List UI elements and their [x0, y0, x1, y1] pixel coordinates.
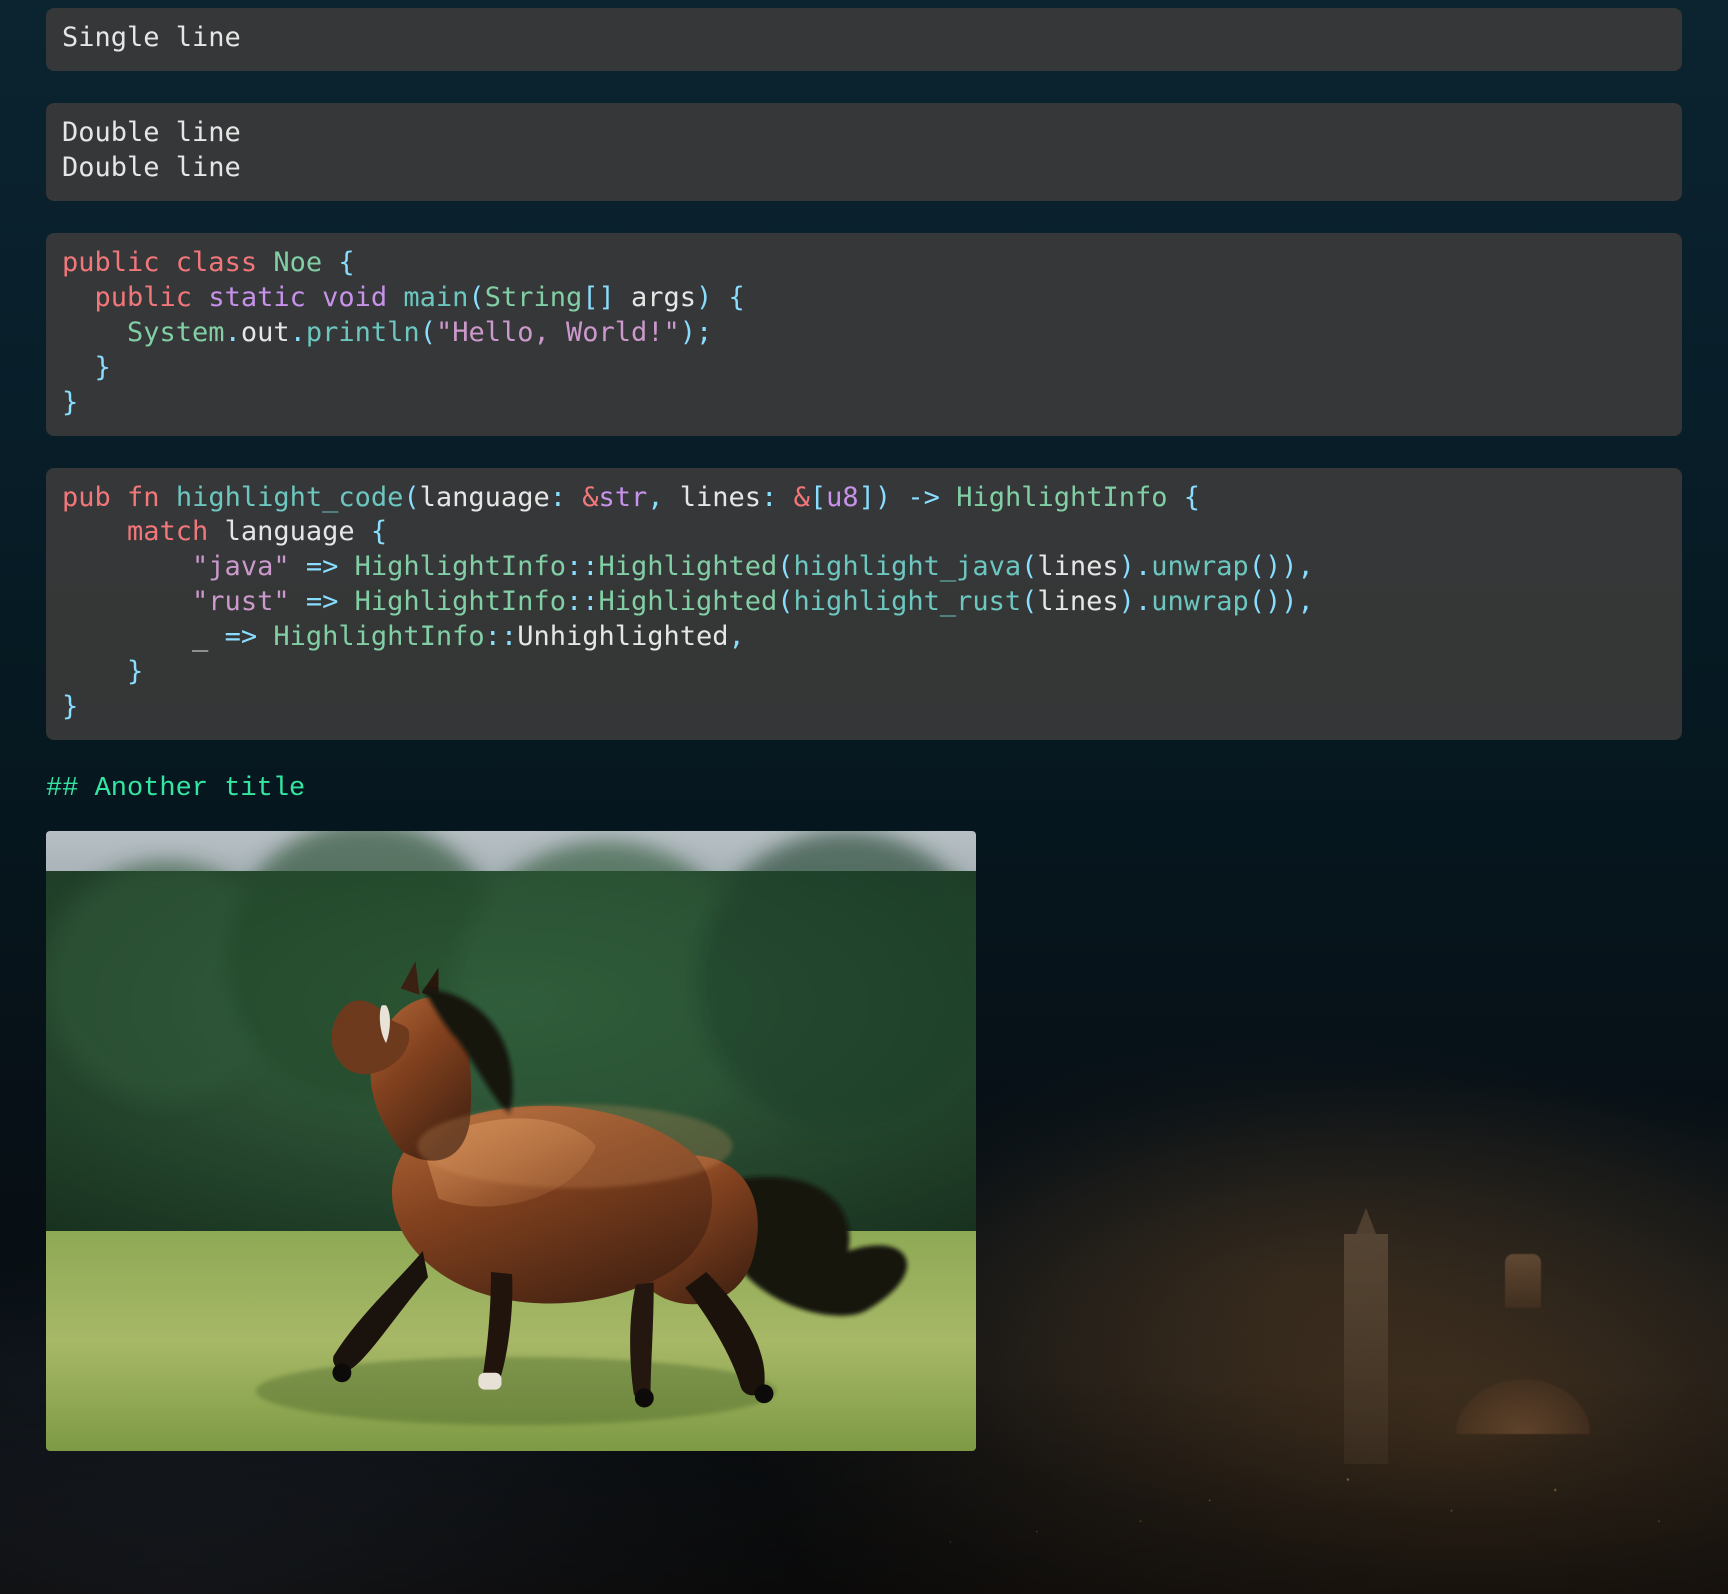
code-token: .	[225, 317, 241, 348]
code-token: void	[322, 282, 403, 313]
code-token	[62, 516, 127, 547]
code-token: lines	[1037, 551, 1118, 582]
code-token: }	[62, 387, 78, 418]
code-token: ::	[485, 621, 518, 652]
code-token: println	[306, 317, 420, 348]
code-token	[62, 282, 95, 313]
code-token: ->	[907, 482, 956, 513]
code-token: }	[95, 352, 111, 383]
code-token: [	[810, 482, 826, 513]
code-token: .	[1135, 586, 1151, 617]
code-token: {	[371, 516, 387, 547]
code-token: (	[403, 482, 419, 513]
code-token: "Hello, World!"	[436, 317, 680, 348]
horse-image	[46, 831, 976, 1451]
markdown-heading: ## Another title	[46, 772, 1682, 807]
code-content: pub fn highlight_code(language: &str, li…	[62, 482, 1314, 723]
code-token: ::	[566, 586, 599, 617]
code-token: )	[1119, 551, 1135, 582]
code-token: .	[1135, 551, 1151, 582]
code-token: ::	[566, 551, 599, 582]
code-token: :	[761, 482, 794, 513]
code-token	[62, 586, 192, 617]
code-token: =>	[208, 621, 273, 652]
code-token: lines	[1037, 586, 1118, 617]
code-token: Unhighlighted	[517, 621, 728, 652]
code-token: main	[403, 282, 468, 313]
code-content: Single line	[62, 22, 241, 53]
code-token: String	[485, 282, 583, 313]
code-token: HighlightInfo	[355, 586, 566, 617]
code-token: HighlightInfo	[273, 621, 484, 652]
code-token: ])	[859, 482, 908, 513]
code-token: public	[62, 247, 176, 278]
code-token: match	[127, 516, 225, 547]
code-token: str	[598, 482, 647, 513]
code-token: HighlightInfo	[355, 551, 566, 582]
code-content: Double line Double line	[62, 117, 241, 183]
code-token	[62, 317, 127, 348]
code-token: fn	[127, 482, 176, 513]
code-token: .	[290, 317, 306, 348]
code-block-plain-single: Single line	[46, 8, 1682, 71]
code-token: }	[127, 656, 143, 687]
code-token: Highlighted	[598, 586, 777, 617]
code-token: highlight_code	[176, 482, 404, 513]
code-token: &	[794, 482, 810, 513]
code-token: ()),	[1249, 551, 1314, 582]
code-token: Highlighted	[598, 551, 777, 582]
code-token: {	[338, 247, 354, 278]
code-token	[62, 352, 95, 383]
code-token: pub	[62, 482, 127, 513]
code-token	[62, 656, 127, 687]
code-token: )	[1119, 586, 1135, 617]
code-token: public	[95, 282, 209, 313]
code-token: ) {	[696, 282, 745, 313]
document-root: Single line Double line Double line publ…	[0, 0, 1728, 1491]
code-token: (	[777, 586, 793, 617]
code-token: unwrap	[1151, 551, 1249, 582]
code-token: lines	[680, 482, 761, 513]
code-token: System	[127, 317, 225, 348]
code-token: =>	[290, 586, 355, 617]
code-token: args	[631, 282, 696, 313]
code-token: []	[582, 282, 631, 313]
code-token: }	[62, 691, 78, 722]
code-token: (	[420, 317, 436, 348]
code-token: );	[680, 317, 713, 348]
code-token: ()),	[1249, 586, 1314, 617]
code-token: language	[420, 482, 550, 513]
code-token: =>	[290, 551, 355, 582]
code-token: &	[582, 482, 598, 513]
code-token	[62, 551, 192, 582]
code-token: Noe	[273, 247, 338, 278]
code-token: ,	[647, 482, 680, 513]
code-content: public class Noe { public static void ma…	[62, 247, 745, 418]
code-token: language	[225, 516, 371, 547]
code-token: {	[1184, 482, 1200, 513]
code-block-plain-double: Double line Double line	[46, 103, 1682, 201]
code-token: ,	[729, 621, 745, 652]
code-token: :	[550, 482, 583, 513]
code-token: out	[241, 317, 290, 348]
code-token: (	[1021, 586, 1037, 617]
code-token: _	[192, 621, 208, 652]
code-token: highlight_java	[794, 551, 1022, 582]
code-token: HighlightInfo	[956, 482, 1184, 513]
code-token: class	[176, 247, 274, 278]
code-token	[62, 621, 192, 652]
code-block-java: public class Noe { public static void ma…	[46, 233, 1682, 436]
code-token: unwrap	[1151, 586, 1249, 617]
code-token: "java"	[192, 551, 290, 582]
code-token: (	[468, 282, 484, 313]
code-block-rust: pub fn highlight_code(language: &str, li…	[46, 468, 1682, 741]
code-token: "rust"	[192, 586, 290, 617]
code-token: static	[208, 282, 322, 313]
code-token: highlight_rust	[794, 586, 1022, 617]
code-token: u8	[826, 482, 859, 513]
code-token: (	[1021, 551, 1037, 582]
code-token: (	[777, 551, 793, 582]
